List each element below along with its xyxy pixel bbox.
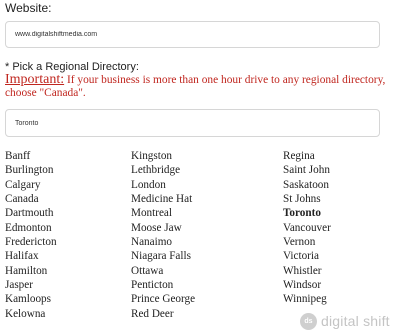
directory-option[interactable]: Prince George [131, 292, 195, 306]
directory-option[interactable]: Edmonton [5, 221, 57, 235]
directory-option[interactable]: St Johns [283, 192, 331, 206]
directory-option[interactable]: Whistler [283, 264, 331, 278]
directory-option[interactable]: Jasper [5, 278, 57, 292]
directory-option[interactable]: Regina [283, 149, 331, 163]
directory-option[interactable]: Ottawa [131, 264, 195, 278]
directory-option[interactable]: Burlington [5, 163, 57, 177]
directory-option[interactable]: Red Deer [131, 307, 195, 321]
directory-option[interactable]: Saint John [283, 163, 331, 177]
watermark: ds digital shift [300, 312, 390, 330]
watermark-text: digital shift [321, 313, 390, 329]
directory-column-2: Kingston Lethbridge London Medicine Hat Mont… [131, 149, 195, 321]
directory-option[interactable]: Vancouver [283, 221, 331, 235]
website-input[interactable] [5, 21, 380, 48]
website-label: Website: [5, 1, 52, 15]
regional-directory-input[interactable] [5, 109, 380, 137]
directory-option[interactable]: Lethbridge [131, 163, 195, 177]
directory-option[interactable]: Canada [5, 192, 57, 206]
important-note: Important: If your business is more than… [5, 73, 397, 100]
directory-option[interactable]: Saskatoon [283, 178, 331, 192]
directory-option[interactable]: Kingston [131, 149, 195, 163]
important-prefix: Important: [5, 72, 65, 87]
directory-option[interactable]: Hamilton [5, 264, 57, 278]
directory-option[interactable]: Toronto [283, 206, 331, 220]
directory-option[interactable]: Banff [5, 149, 57, 163]
directory-option[interactable]: Halifax [5, 249, 57, 263]
directory-option[interactable]: Victoria [283, 249, 331, 263]
directory-option[interactable]: Montreal [131, 206, 195, 220]
directory-column-1: Banff Burlington Calgary Canada Dartmouth Edm… [5, 149, 57, 321]
directory-option[interactable]: Dartmouth [5, 206, 57, 220]
directory-option[interactable]: Medicine Hat [131, 192, 195, 206]
directory-option[interactable]: London [131, 178, 195, 192]
directory-option[interactable]: Windsor [283, 278, 331, 292]
digital-shift-logo-icon: ds [300, 312, 317, 330]
directory-option[interactable]: Moose Jaw [131, 221, 195, 235]
directory-option[interactable]: Nanaimo [131, 235, 195, 249]
directory-option[interactable]: Fredericton [5, 235, 57, 249]
directory-option[interactable]: Vernon [283, 235, 331, 249]
directory-option[interactable]: Calgary [5, 178, 57, 192]
directory-column-3: Regina Saint John Saskatoon St Johns Toronto… [283, 149, 331, 307]
directory-option[interactable]: Kelowna [5, 307, 57, 321]
directory-option[interactable]: Niagara Falls [131, 249, 195, 263]
directory-option[interactable]: Kamloops [5, 292, 57, 306]
directory-option[interactable]: Penticton [131, 278, 195, 292]
directory-option[interactable]: Winnipeg [283, 292, 331, 306]
